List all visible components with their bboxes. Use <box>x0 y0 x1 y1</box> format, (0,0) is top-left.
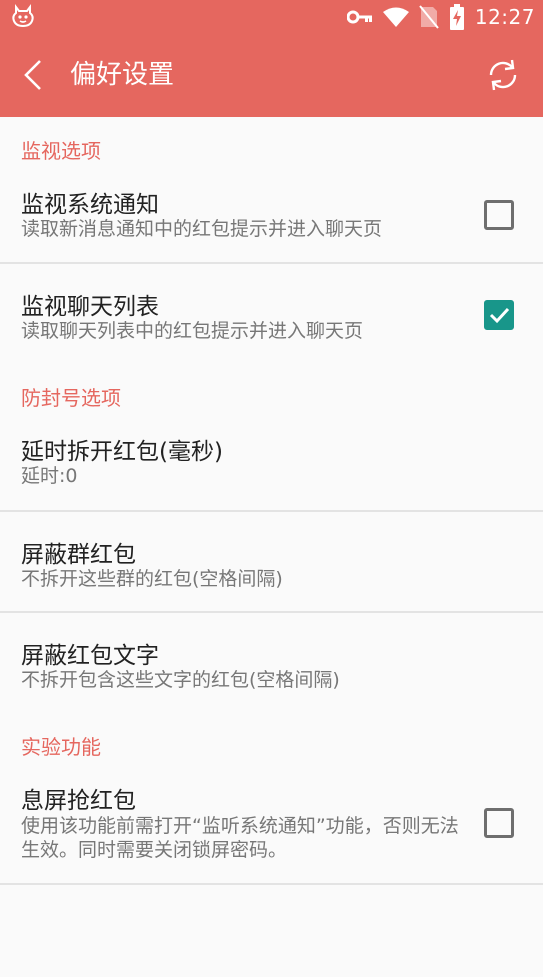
monitor-chat-list-checkbox[interactable] <box>484 300 514 330</box>
pref-summary: 使用该功能前需打开“监听系统通知”功能，否则无法生效。同时需要关闭锁屏密码。 <box>21 815 459 861</box>
app-notification-icon <box>12 4 34 28</box>
pref-screen-off-grab[interactable]: 息屏抢红包 使用该功能前需打开“监听系统通知”功能，否则无法生效。同时需要关闭锁… <box>0 773 543 883</box>
divider <box>0 262 543 264</box>
refresh-icon[interactable] <box>485 57 521 93</box>
pref-title: 屏蔽群红包 <box>21 542 136 568</box>
pref-title: 屏蔽红包文字 <box>21 643 159 669</box>
divider <box>0 883 543 885</box>
section-header-anti-ban: 防封号选项 <box>21 386 121 410</box>
pref-monitor-notification[interactable]: 监视系统通知 读取新消息通知中的红包提示并进入聊天页 <box>0 177 543 263</box>
wifi-icon <box>382 7 409 27</box>
pref-monitor-chat-list[interactable]: 监视聊天列表 读取聊天列表中的红包提示并进入聊天页 <box>0 279 543 365</box>
pref-delay-open[interactable]: 延时拆开红包(毫秒) 延时:0 <box>0 424 543 510</box>
key-icon <box>346 10 372 23</box>
page-title: 偏好设置 <box>70 60 175 90</box>
battery-charging-icon <box>449 3 464 30</box>
pref-title: 息屏抢红包 <box>21 788 136 814</box>
status-time: 12:27 <box>474 4 535 29</box>
screen-off-grab-checkbox[interactable] <box>484 808 514 838</box>
pref-summary: 不拆开包含这些文字的红包(空格间隔) <box>21 669 340 691</box>
checkmark-icon <box>489 307 510 324</box>
pref-title: 监视系统通知 <box>21 192 159 218</box>
pref-block-words[interactable]: 屏蔽红包文字 不拆开包含这些文字的红包(空格间隔) <box>0 628 543 714</box>
pref-summary: 延时:0 <box>21 465 78 487</box>
pref-block-groups[interactable]: 屏蔽群红包 不拆开这些群的红包(空格间隔) <box>0 527 543 613</box>
no-sim-icon <box>419 4 439 29</box>
pref-summary: 不拆开这些群的红包(空格间隔) <box>21 568 283 590</box>
back-arrow-icon[interactable] <box>14 55 54 95</box>
section-header-monitor: 监视选项 <box>21 139 101 163</box>
status-bar: 12:27 <box>0 0 543 33</box>
app-bar: 偏好设置 <box>0 33 543 117</box>
divider <box>0 510 543 512</box>
pref-title: 监视聊天列表 <box>21 294 159 320</box>
pref-summary: 读取聊天列表中的红包提示并进入聊天页 <box>21 320 364 342</box>
section-header-experimental: 实验功能 <box>21 735 101 759</box>
pref-summary: 读取新消息通知中的红包提示并进入聊天页 <box>21 218 383 240</box>
divider <box>0 611 543 613</box>
monitor-notification-checkbox[interactable] <box>484 200 514 230</box>
pref-title: 延时拆开红包(毫秒) <box>21 439 223 465</box>
